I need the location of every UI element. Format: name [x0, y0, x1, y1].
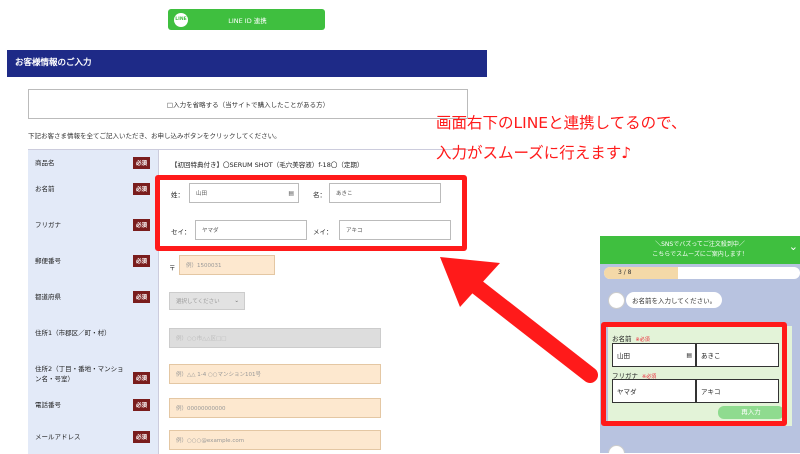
chat-bubble: お名前を入力してください。 — [626, 292, 723, 308]
chat-progress-fill — [604, 267, 678, 279]
chat-header-line-1: ＼SNSでバズってご注文殺到中／ — [655, 241, 745, 248]
chat-header: ＼SNSでバズってご注文殺到中／ こちらでスムーズにご案内します！ ⌄ — [600, 236, 800, 264]
section-title: お客様情報のご入力 — [7, 50, 487, 77]
required-badge: 必須 — [133, 291, 151, 303]
row-tel: 電話番号 必須 例）00000000000 — [28, 392, 468, 425]
addr2-label: 住所2（丁目・番地・マンション名・号室） — [35, 365, 124, 383]
addr1-label: 住所1（市郡区／町・村） — [35, 329, 111, 337]
highlight-chat-form — [601, 322, 787, 426]
required-badge: 必須 — [133, 157, 151, 169]
row-zip: 郵便番号 必須 〒 例）1500031 — [28, 248, 468, 285]
required-badge: 必須 — [133, 431, 151, 443]
row-pref: 都道府県 必須 選択してください ⌄ — [28, 284, 468, 321]
row-product: 商品名 必須 【初回特典付き】〇SERUM SHOT（毛穴美容液）f-18〇（定期… — [28, 150, 468, 177]
line-id-link-label: LINE ID 連携 — [228, 16, 267, 25]
required-badge: 必須 — [133, 255, 151, 267]
chevron-down-icon: ⌄ — [234, 298, 239, 304]
postal-mark: 〒 — [169, 264, 176, 272]
prefecture-select[interactable]: 選択してください ⌄ — [169, 292, 245, 310]
avatar — [608, 445, 625, 453]
line-id-link-button[interactable]: LINE LINE ID 連携 — [168, 9, 325, 30]
phone-input[interactable]: 例）00000000000 — [169, 398, 381, 418]
chat-header-line-2: こちらでスムーズにご案内します！ — [652, 251, 748, 258]
chat-progress-label: 3 / 8 — [618, 269, 632, 276]
annotation-line-1: 画面右下のLINEと連携してるので、 — [436, 114, 687, 132]
required-badge: 必須 — [133, 399, 151, 411]
email-input[interactable]: 例）○○○@example.com — [169, 430, 381, 450]
required-badge: 必須 — [133, 219, 151, 231]
address1-input[interactable]: 例）○○市△△区□□ — [169, 328, 381, 348]
red-arrow-icon — [440, 257, 598, 383]
row-addr2: 住所2（丁目・番地・マンション名・号室） 必須 例）△△ 1-4 ○○マンション1… — [28, 356, 468, 393]
required-badge: 必須 — [133, 183, 151, 195]
avatar — [608, 292, 625, 309]
skip-input-checkbox[interactable]: □入力を省略する（当サイトで購入したことがある方） — [28, 89, 468, 119]
highlight-name-fields — [155, 175, 467, 251]
row-addr1: 住所1（市郡区／町・村） 例）○○市△△区□□ — [28, 320, 468, 357]
address2-input[interactable]: 例）△△ 1-4 ○○マンション101号 — [169, 364, 381, 384]
form-instruction: 下記お客さま情報を全てご記入いただき、お申し込みボタンをクリックしてください。 — [28, 132, 281, 140]
row-email: メールアドレス 必須 例）○○○@example.com — [28, 424, 468, 454]
zip-input[interactable]: 例）1500031 — [179, 255, 275, 275]
chevron-down-icon[interactable]: ⌄ — [789, 241, 798, 252]
annotation-line-2: 入力がスムーズに行えます♪ — [436, 144, 632, 162]
line-icon: LINE — [174, 12, 188, 27]
chat-progress-bar: 3 / 8 — [604, 267, 800, 279]
product-name: 【初回特典付き】〇SERUM SHOT（毛穴美容液）f-18〇（定期） — [171, 161, 364, 169]
required-badge: 必須 — [133, 372, 151, 384]
annotation-text: 画面右下のLINEと連携してるので、 入力がスムーズに行えます♪ — [436, 108, 687, 168]
